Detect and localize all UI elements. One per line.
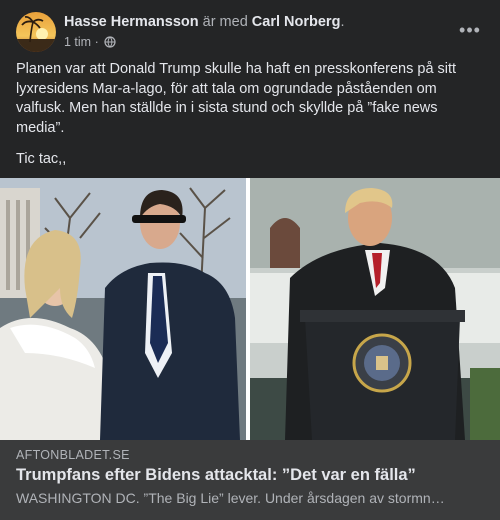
with-text: är med	[202, 14, 248, 30]
post-header: Hasse Hermansson är med Carl Norberg. 1 …	[16, 12, 484, 54]
link-description: WASHINGTON DC. ”The Big Lie” lever. Unde…	[16, 490, 445, 506]
post-paragraph: Tic tac,,	[16, 151, 67, 167]
link-domain: AFTONBLADET.SE	[16, 448, 130, 462]
post-card: Hasse Hermansson är med Carl Norberg. 1 …	[0, 0, 500, 520]
time-separator: ·	[94, 35, 99, 49]
right-photo	[250, 178, 500, 440]
tagged-suffix: .	[340, 14, 345, 30]
avatar[interactable]	[16, 12, 56, 52]
tagged-name[interactable]: Carl Norberg	[252, 14, 341, 30]
post-timestamp-line: 1 tim ·	[64, 34, 444, 50]
left-photo	[0, 178, 250, 440]
author-line: Hasse Hermansson är med Carl Norberg.	[64, 13, 444, 31]
more-options-icon[interactable]: •••	[456, 18, 484, 42]
link-preview[interactable]: AFTONBLADET.SE Trumpfans efter Bidens at…	[0, 440, 500, 520]
post-paragraph: Planen var att Donald Trump skulle ha ha…	[16, 61, 457, 136]
globe-icon[interactable]	[104, 36, 116, 48]
post-time[interactable]: 1 tim	[64, 35, 91, 49]
link-headline[interactable]: Trumpfans efter Bidens attacktal: ”Det v…	[16, 466, 486, 485]
post-meta: Hasse Hermansson är med Carl Norberg. 1 …	[64, 13, 444, 50]
post-text: Planen var att Donald Trump skulle ha ha…	[16, 60, 486, 170]
author-name[interactable]: Hasse Hermansson	[64, 14, 199, 30]
post-image[interactable]	[0, 178, 500, 440]
